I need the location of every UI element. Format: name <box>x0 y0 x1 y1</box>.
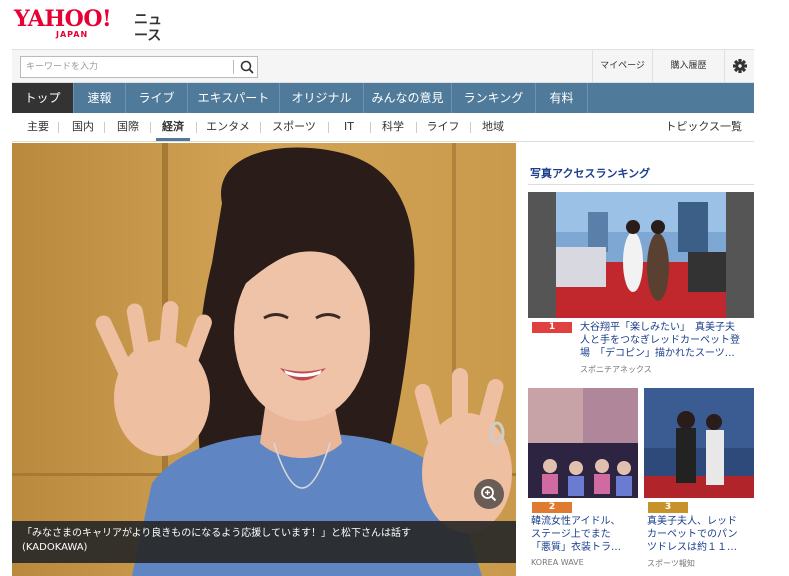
nav-ranking[interactable]: ランキング <box>452 83 536 113</box>
subnav-main[interactable]: 主要 <box>22 113 54 141</box>
ranking-title: 写真アクセスランキング <box>530 167 651 180</box>
subnav-separator <box>150 122 151 133</box>
caption-source: (KADOKAWA) <box>22 542 88 553</box>
yahoo-news-logo[interactable]: YAHOO! JAPAN ニュース <box>14 6 174 44</box>
nav-original[interactable]: オリジナル <box>280 83 364 113</box>
ranking-item-2-line3: 「悪質」衣装トラ… <box>531 542 621 553</box>
subnav-separator <box>370 122 371 133</box>
ranking-item-3-photo <box>644 388 754 498</box>
ranking-item-2-title[interactable]: 韓流女性アイドル、 ステージ上でまた 「悪質」衣装トラ… <box>531 515 641 554</box>
logo-yahoo-text: YAHOO! <box>14 6 112 32</box>
ranking-item-2-image[interactable] <box>528 388 638 498</box>
subnav-separator <box>470 122 471 133</box>
ranking-item-1-line1: 大谷翔平「楽しみたい」 真美子夫 <box>580 322 735 333</box>
search-divider <box>233 60 234 74</box>
subnav-separator <box>328 122 329 133</box>
subnav-domestic[interactable]: 国内 <box>67 113 99 141</box>
nav-top[interactable]: トップ <box>12 83 74 113</box>
rank-badge-3: 3 <box>648 502 688 513</box>
logo-japan-text: JAPAN <box>56 30 89 39</box>
search-input[interactable] <box>21 57 231 77</box>
subnav-separator <box>260 122 261 133</box>
zoom-in-icon <box>481 486 497 502</box>
ranking-item-3-line1: 真美子夫人、レッド <box>647 516 737 527</box>
ranking-item-2-photo <box>528 388 638 498</box>
ranking-item-3-title[interactable]: 真美子夫人、レッド カーペットでのパン ツドレスは約１１… <box>647 515 757 554</box>
subnav-it[interactable]: IT <box>334 113 364 141</box>
main-nav: トップ 速報 ライブ エキスパート オリジナル みんなの意見 ランキング 有料 <box>12 83 754 113</box>
search-icon <box>240 60 254 74</box>
gear-icon <box>733 59 747 73</box>
subnav-separator <box>58 122 59 133</box>
subnav-economy[interactable]: 経済 <box>156 113 190 141</box>
search-box <box>20 56 258 78</box>
main-photo[interactable]: 「みなさまのキャリアがより良きものになるよう応援しています！」と松下さんは話す … <box>12 143 516 576</box>
subnav-entertainment[interactable]: エンタメ <box>202 113 254 141</box>
subnav-separator <box>104 122 105 133</box>
rank-badge-2: 2 <box>532 502 572 513</box>
nav-paid[interactable]: 有料 <box>536 83 588 113</box>
subnav-science[interactable]: 科学 <box>376 113 410 141</box>
ranking-item-2-line2: ステージ上でまた <box>531 529 611 540</box>
settings-button[interactable] <box>724 50 754 82</box>
main-photo-image <box>12 143 516 576</box>
ranking-item-1-photo <box>528 192 754 318</box>
subnav-separator <box>196 122 197 133</box>
ranking-item-1-line3: 場 「デコピン」描かれたスーツ… <box>580 348 735 359</box>
ranking-item-1-image[interactable] <box>528 192 754 318</box>
ranking-item-3-line2: カーペットでのパン <box>647 529 738 540</box>
purchase-history-link[interactable]: 購入履歴 <box>652 50 724 82</box>
ranking-item-1-title[interactable]: 大谷翔平「楽しみたい」 真美子夫 人と手をつなぎレッドカーペット登 場 「デコピ… <box>580 321 756 360</box>
nav-opinions[interactable]: みんなの意見 <box>364 83 452 113</box>
ranking-item-1-source: スポニチアネックス <box>580 365 652 374</box>
search-button[interactable] <box>237 58 257 76</box>
ranking-item-2-source: KOREA WAVE <box>531 558 584 567</box>
mypage-link[interactable]: マイページ <box>592 50 652 82</box>
subnav-region[interactable]: 地域 <box>476 113 510 141</box>
sub-nav: 主要 国内 国際 経済 エンタメ スポーツ IT 科学 ライフ 地域 トピックス… <box>12 113 754 142</box>
nav-breaking[interactable]: 速報 <box>74 83 126 113</box>
subnav-life[interactable]: ライフ <box>422 113 464 141</box>
nav-expert[interactable]: エキスパート <box>188 83 280 113</box>
subnav-international[interactable]: 国際 <box>112 113 144 141</box>
ranking-item-3-image[interactable] <box>644 388 754 498</box>
ranking-item-1-line2: 人と手をつなぎレッドカーペット登 <box>580 335 740 346</box>
rank-badge-1: 1 <box>532 322 572 333</box>
caption-text: 「みなさまのキャリアがより良きものになるよう応援しています！」と松下さんは話す <box>22 528 411 539</box>
ranking-item-3-line3: ツドレスは約１１… <box>647 542 737 553</box>
ranking-item-3-source: スポーツ報知 <box>647 559 695 568</box>
zoom-button[interactable] <box>474 479 504 509</box>
photo-caption: 「みなさまのキャリアがより良きものになるよう応援しています！」と松下さんは話す … <box>12 521 516 563</box>
nav-live[interactable]: ライブ <box>126 83 188 113</box>
subnav-sports[interactable]: スポーツ <box>266 113 322 141</box>
ranking-item-2-line1: 韓流女性アイドル、 <box>531 516 621 527</box>
subnav-separator <box>416 122 417 133</box>
topics-list-link[interactable]: トピックス一覧 <box>665 113 742 141</box>
logo-news-text: ニュース <box>134 12 162 44</box>
ranking-divider <box>528 184 754 185</box>
top-bar: マイページ 購入履歴 <box>12 49 754 83</box>
